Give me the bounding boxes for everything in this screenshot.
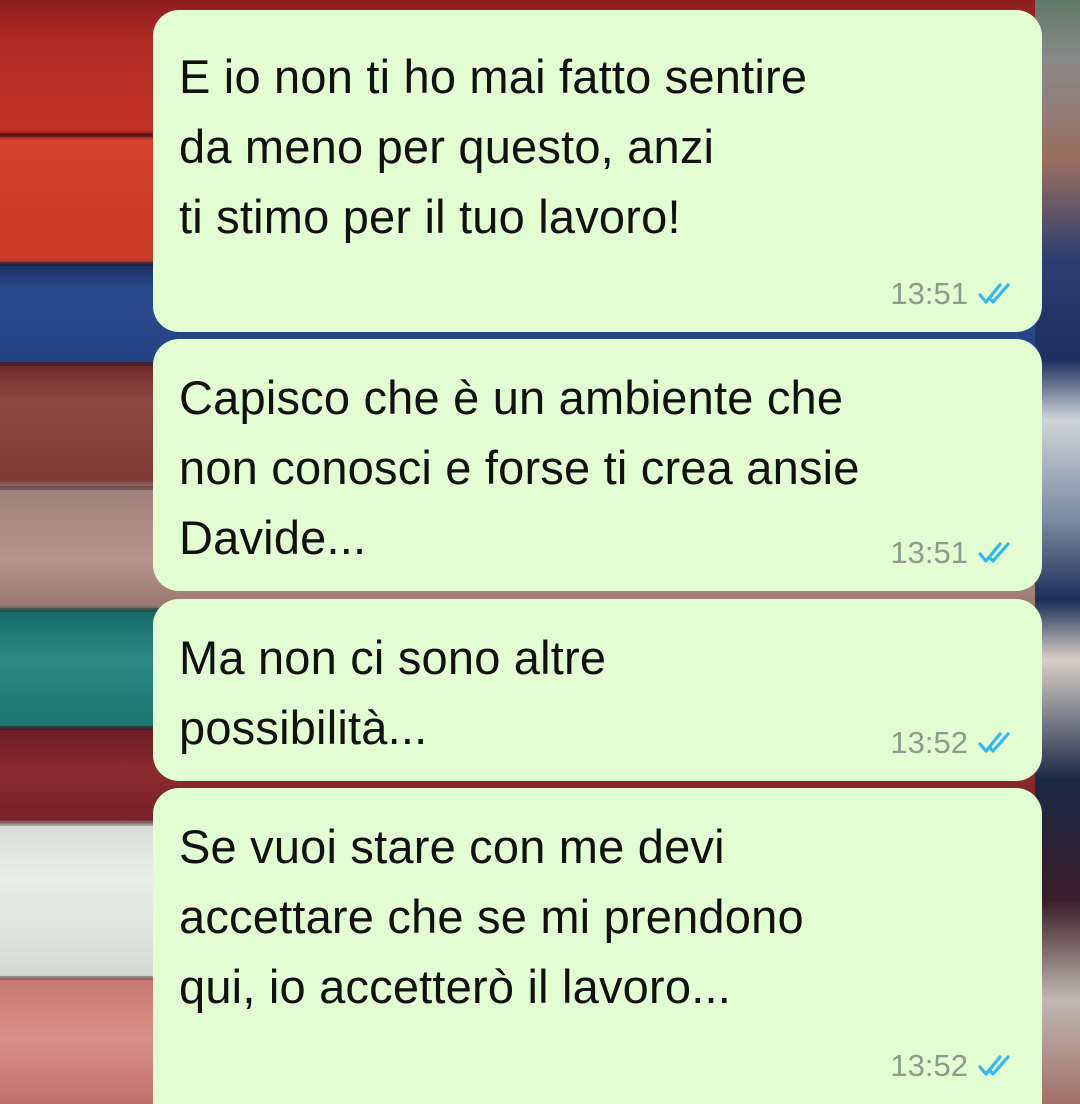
message-timestamp: 13:51 <box>890 276 968 311</box>
message-timestamp: 13:52 <box>890 725 968 760</box>
message-timestamp: 13:51 <box>890 535 968 570</box>
outgoing-message-bubble[interactable]: Ma non ci sono altre possibilità... 13:5… <box>153 599 1042 781</box>
double-check-read-icon <box>978 542 1010 563</box>
outgoing-message-bubble[interactable]: Se vuoi stare con me devi accettare che … <box>153 788 1042 1104</box>
message-text: Se vuoi stare con me devi accettare che … <box>179 820 804 1013</box>
message-meta: 13:51 <box>890 535 1020 571</box>
message-timestamp: 13:52 <box>890 1048 968 1083</box>
chat-message-list[interactable]: E io non ti ho mai fatto sentire da meno… <box>0 0 1080 1104</box>
message-meta: 13:51 <box>890 276 1020 312</box>
outgoing-message-bubble[interactable]: Capisco che è un ambiente che non conosc… <box>153 339 1042 591</box>
double-check-read-icon <box>978 1055 1010 1076</box>
message-meta: 13:52 <box>890 725 1020 761</box>
message-text: E io non ti ho mai fatto sentire da meno… <box>179 50 808 243</box>
double-check-read-icon <box>978 283 1010 304</box>
outgoing-message-bubble[interactable]: E io non ti ho mai fatto sentire da meno… <box>153 10 1042 332</box>
double-check-read-icon <box>978 732 1010 753</box>
message-meta: 13:52 <box>890 1048 1020 1084</box>
